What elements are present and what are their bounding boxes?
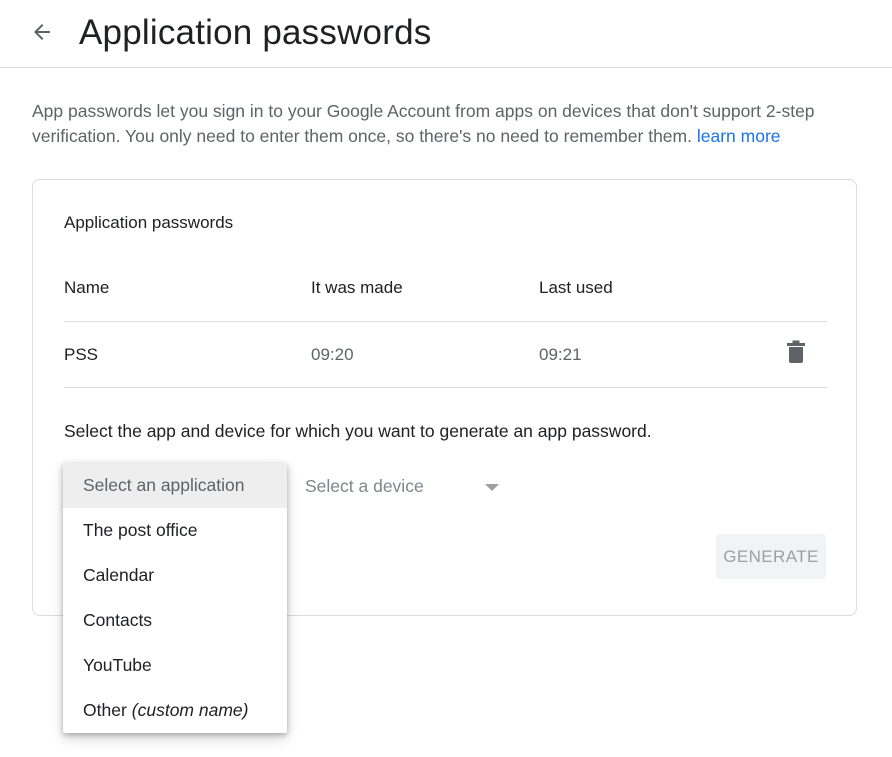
menu-item-select-application[interactable]: Select an application [63, 463, 287, 508]
card-title: Application passwords [64, 213, 234, 232]
page-title: Application passwords [79, 13, 432, 52]
page-header: Application passwords [0, 0, 892, 68]
row-name: PSS [64, 345, 99, 364]
row-last-used: 09:21 [539, 345, 582, 364]
app-select-menu: Select an application The post office Ca… [63, 463, 287, 733]
column-header-last-used: Last used [539, 278, 613, 297]
menu-item-label: Select an application [83, 475, 245, 495]
arrow-left-icon [30, 20, 54, 49]
menu-item-label: Other [83, 700, 127, 720]
caret-down-icon [485, 484, 499, 491]
column-header-name: Name [64, 278, 110, 297]
intro-text: App passwords let you sign in to your Go… [32, 99, 862, 149]
generate-button[interactable]: GENERATE [716, 534, 826, 579]
table-divider [64, 321, 827, 322]
menu-item-calendar[interactable]: Calendar [63, 553, 287, 598]
menu-item-label: Contacts [83, 610, 153, 630]
row-made: 09:20 [311, 345, 354, 364]
column-header-made: It was made [311, 278, 403, 297]
learn-more-link[interactable]: learn more [697, 126, 781, 146]
menu-item-label: Calendar [83, 565, 155, 585]
menu-item-contacts[interactable]: Contacts [63, 598, 287, 643]
menu-item-label: YouTube [83, 655, 152, 675]
generate-prompt: Select the app and device for which you … [64, 421, 652, 441]
table-divider [64, 387, 827, 388]
menu-item-other[interactable]: Other (custom name) [63, 688, 287, 733]
trash-icon [786, 340, 806, 369]
back-button[interactable] [26, 18, 58, 50]
device-select-placeholder: Select a device [305, 476, 424, 496]
delete-button[interactable] [785, 340, 807, 369]
menu-item-youtube[interactable]: YouTube [63, 643, 287, 688]
device-select[interactable]: Select a device [305, 474, 505, 500]
menu-item-label: The post office [83, 520, 198, 540]
menu-item-suffix: (custom name) [131, 700, 249, 720]
menu-item-post-office[interactable]: The post office [63, 508, 287, 553]
